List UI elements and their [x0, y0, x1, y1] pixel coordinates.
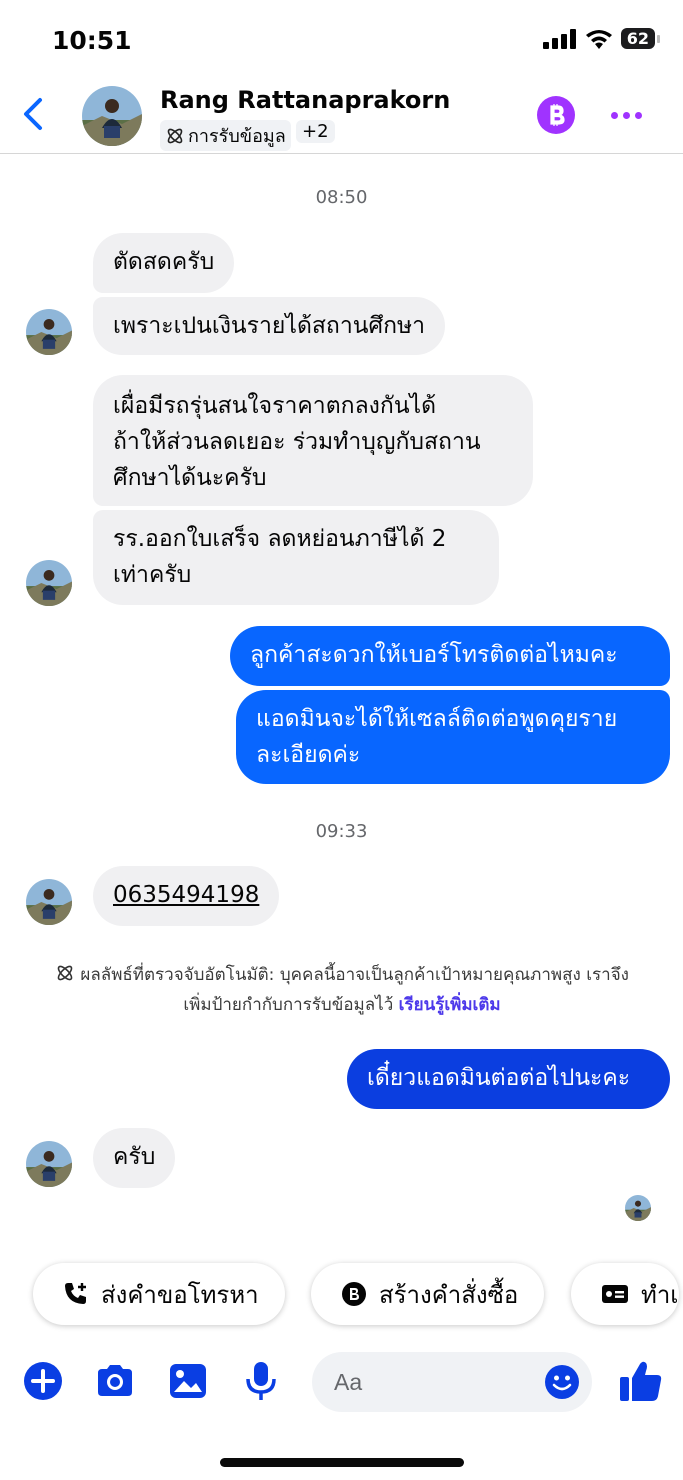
phone-plus-icon — [65, 1283, 86, 1304]
message-incoming[interactable]: ตัดสดครับ — [93, 233, 235, 293]
home-indicator — [220, 1458, 464, 1467]
plus-icon[interactable] — [22, 1360, 64, 1402]
message-line: แอดมินจะได้ให้เซลล์ติดต่อพูดคุยราย — [256, 706, 618, 732]
label-chip[interactable]: การรับข้อมูล — [160, 120, 291, 151]
sender-avatar[interactable] — [26, 309, 72, 355]
message-incoming[interactable]: 0635494198 — [93, 866, 280, 926]
back-button[interactable] — [16, 92, 52, 136]
learn-more-link[interactable]: เรียนรู้เพิ่มเติม — [399, 995, 501, 1015]
status-icons: 62 — [542, 28, 661, 49]
seen-receipt-avatar — [625, 1195, 651, 1221]
message-outgoing[interactable]: เดี๋ยวแอดมินต่อต่อไปนะคะ — [347, 1049, 670, 1109]
message-incoming[interactable]: ครับ — [93, 1128, 176, 1188]
more-options-icon[interactable] — [606, 98, 646, 132]
signal-icon — [542, 28, 576, 49]
gallery-icon[interactable] — [167, 1360, 209, 1402]
message-incoming[interactable]: เพราะเปนเงินรายได้สถานศึกษา — [93, 297, 446, 355]
third-action-label: ทำเ — [641, 1280, 679, 1309]
id-card-icon — [602, 1285, 628, 1303]
message-line: รร.ออกใบเสร็จ ลดหย่อนภาษีได้ 2 — [113, 526, 447, 552]
auto-label-notice: ผลลัพธ์ที่ตรวจจับอัตโนมัติ: บุคคลนี้อาจเ… — [22, 960, 662, 1020]
b-coin-icon — [342, 1282, 366, 1306]
emoji-icon[interactable] — [544, 1364, 580, 1400]
contact-name[interactable]: Rang Rattanaprakorn — [160, 86, 450, 114]
timestamp: 08:50 — [315, 187, 368, 208]
b-coin-icon[interactable] — [537, 96, 575, 134]
create-order-label: สร้างคำสั่งซื้อ — [379, 1280, 519, 1309]
message-line: ละเอียดค่ะ — [256, 742, 361, 768]
message-input[interactable] — [334, 1362, 534, 1402]
message-line: เท่าครับ — [113, 562, 192, 588]
wifi-icon — [585, 29, 612, 49]
message-line: ศึกษาได้นะครับ — [113, 465, 267, 491]
more-labels-chip[interactable]: +2 — [296, 120, 335, 143]
sender-avatar[interactable] — [26, 879, 72, 925]
third-action-button[interactable]: ทำเ — [571, 1263, 679, 1325]
atom-icon — [57, 965, 73, 981]
create-order-button[interactable]: สร้างคำสั่งซื้อ — [311, 1263, 545, 1325]
phone-number-link[interactable]: 0635494198 — [113, 882, 259, 908]
message-incoming[interactable]: รร.ออกใบเสร็จ ลดหย่อนภาษีได้ 2 เท่าครับ — [93, 510, 499, 605]
notice-text: ผลลัพธ์ที่ตรวจจับอัตโนมัติ: บุคคลนี้อาจเ… — [80, 965, 629, 985]
message-outgoing[interactable]: ลูกค้าสะดวกให้เบอร์โทรติดต่อไหมคะ — [230, 626, 670, 686]
message-outgoing[interactable]: แอดมินจะได้ให้เซลล์ติดต่อพูดคุยราย ละเอี… — [236, 690, 670, 784]
sender-avatar[interactable] — [26, 1141, 72, 1187]
request-call-label: ส่งคำขอโทรหา — [101, 1280, 259, 1309]
message-input-box[interactable] — [312, 1352, 592, 1412]
contact-avatar[interactable] — [82, 86, 142, 146]
chat-header: Rang Rattanaprakorn การรับข้อมูล +2 — [0, 76, 683, 154]
label-chip-text: การรับข้อมูล — [188, 126, 286, 147]
atom-icon — [167, 128, 183, 143]
message-line: ถ้าให้ส่วนลดเยอะ ร่วมทำบุญกับสถาน — [113, 429, 481, 455]
like-icon[interactable] — [618, 1358, 664, 1404]
timestamp: 09:33 — [315, 821, 368, 842]
sender-avatar[interactable] — [26, 560, 72, 606]
microphone-icon[interactable] — [240, 1360, 282, 1402]
battery-icon: 62 — [620, 28, 661, 49]
status-time: 10:51 — [52, 26, 132, 55]
message-incoming[interactable]: เผื่อมีรถรุ่นสนใจราคาตกลงกันได้ ถ้าให้ส่… — [93, 375, 533, 506]
request-call-button[interactable]: ส่งคำขอโทรหา — [33, 1263, 285, 1325]
notice-text: เพิ่มป้ายกำกับการรับข้อมูลไว้ — [183, 995, 394, 1015]
message-line: เผื่อมีรถรุ่นสนใจราคาตกลงกันได้ — [113, 393, 437, 419]
camera-icon[interactable] — [94, 1360, 136, 1402]
